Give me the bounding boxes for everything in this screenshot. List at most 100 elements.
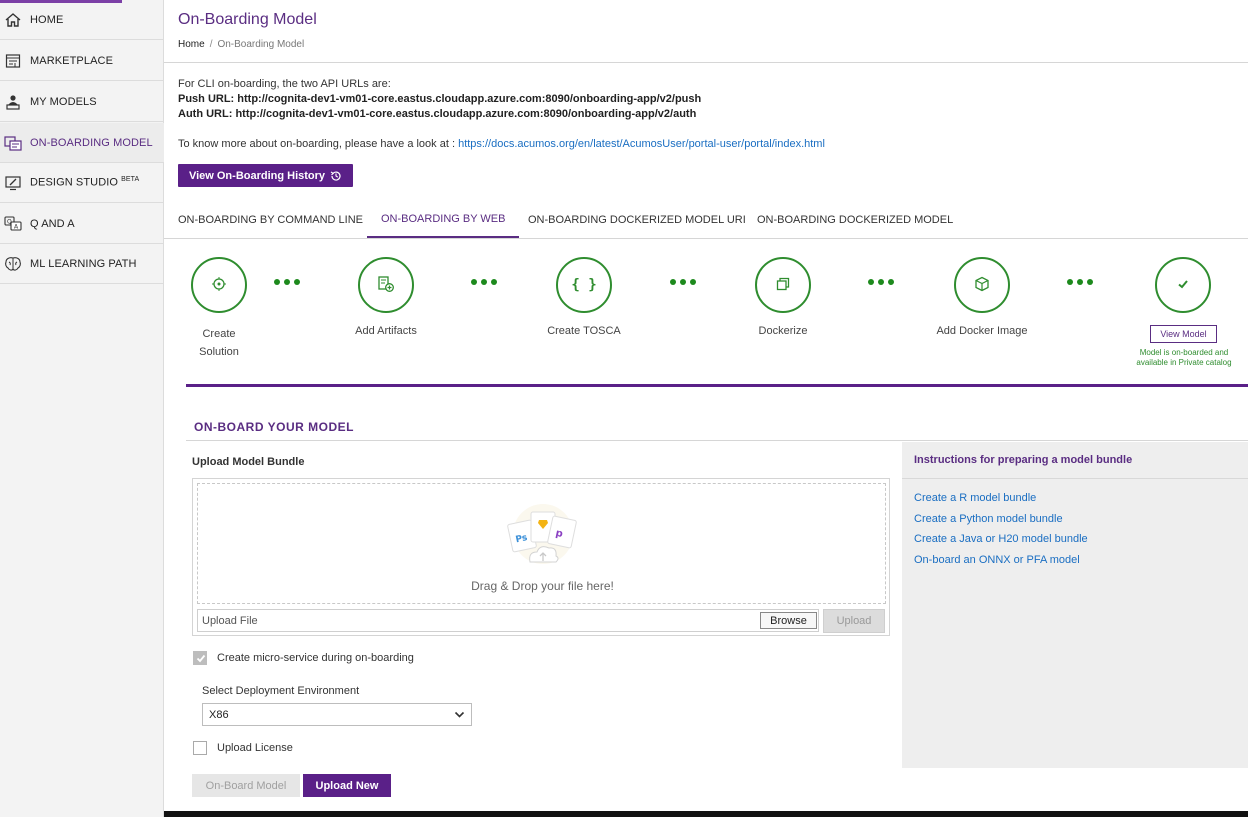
onboard-status-note: Model is on-boarded and available in Pri…	[1136, 348, 1232, 367]
sidebar-item-my-models[interactable]: MY MODELS	[0, 82, 164, 122]
section-title: ON-BOARD YOUR MODEL	[194, 420, 354, 434]
upload-panel: Ps p Drag & Drop your file here! Upload …	[192, 478, 890, 636]
user-models-icon	[4, 93, 22, 111]
tab-dockerized-model[interactable]: ON-BOARDING DOCKERIZED MODEL	[757, 202, 953, 238]
sidebar-item-label: ON-BOARDING MODEL	[30, 136, 153, 149]
store-icon	[4, 52, 22, 70]
breadcrumb-separator: /	[209, 39, 213, 50]
upload-license-label: Upload License	[217, 742, 293, 754]
view-onboarding-history-button[interactable]: View On-Boarding History	[178, 164, 353, 187]
sidebar-item-home[interactable]: HOME	[0, 0, 164, 40]
push-url-value: http://cognita-dev1-vm01-core.eastus.clo…	[237, 93, 702, 105]
view-model-button[interactable]: View Model	[1150, 325, 1217, 343]
check-icon	[1176, 277, 1190, 294]
sidebar-item-label: HOME	[30, 13, 64, 26]
progress-divider	[186, 384, 1248, 387]
step-connector	[1067, 279, 1093, 285]
upload-file-field[interactable]: Upload File Browse	[197, 609, 819, 632]
sidebar-item-label: MARKETPLACE	[30, 54, 114, 67]
step-label-create-solution: Create Solution	[199, 328, 239, 358]
docs-line: To know more about on-boarding, please h…	[178, 138, 825, 150]
main-content: On-Boarding Model Home / On-Boarding Model…	[164, 0, 1248, 817]
auth-url-value: http://cognita-dev1-vm01-core.eastus.clo…	[235, 108, 697, 120]
upload-button[interactable]: Upload	[823, 609, 885, 633]
sidebar-item-design-studio[interactable]: DESIGN STUDIO BETA	[0, 163, 164, 203]
step-add-docker-image	[954, 257, 1010, 313]
sidebar-item-label: Q AND A	[30, 217, 75, 230]
sidebar-item-ml-learning-path[interactable]: ML LEARNING PATH	[0, 244, 164, 284]
step-label-add-docker-image: Add Docker Image	[936, 325, 1028, 337]
push-url-line: Push URL: http://cognita-dev1-vm01-core.…	[178, 93, 701, 105]
microservice-label: Create micro-service during on-boarding	[217, 652, 414, 664]
beta-superscript: BETA	[121, 176, 140, 184]
qa-icon: QA	[4, 215, 22, 233]
upload-title: Upload Model Bundle	[192, 456, 305, 468]
deployment-env-select[interactable]: X86	[202, 703, 472, 726]
docs-intro-text: To know more about on-boarding, please h…	[178, 138, 456, 150]
step-connector	[868, 279, 894, 285]
sidebar-item-label: MY MODELS	[30, 95, 97, 108]
tabs-divider	[164, 238, 1248, 239]
instructions-divider	[902, 478, 1248, 479]
step-connector	[274, 279, 300, 285]
instructions-link-python[interactable]: Create a Python model bundle	[914, 513, 1063, 525]
deployment-env-label: Select Deployment Environment	[202, 685, 360, 697]
history-button-label: View On-Boarding History	[188, 169, 326, 182]
brain-icon	[4, 255, 22, 273]
chevron-down-icon	[454, 709, 465, 723]
instructions-link-java-h20[interactable]: Create a Java or H20 model bundle	[914, 533, 1088, 545]
sidebar-item-marketplace[interactable]: MARKETPLACE	[0, 41, 164, 81]
sidebar-item-label: ML LEARNING PATH	[30, 257, 137, 270]
microservice-checkbox[interactable]	[193, 651, 207, 665]
instructions-link-onnx-pfa[interactable]: On-board an ONNX or PFA model	[914, 554, 1080, 566]
step-dockerize	[755, 257, 811, 313]
onboarding-icon	[4, 134, 22, 152]
braces-icon: { }	[571, 277, 597, 293]
step-connector	[471, 279, 497, 285]
step-label-add-artifacts: Add Artifacts	[355, 325, 417, 337]
sidebar-item-q-and-a[interactable]: QA Q AND A	[0, 204, 164, 244]
upload-new-button[interactable]: Upload New	[303, 774, 391, 797]
step-add-artifacts	[358, 257, 414, 313]
step-label-dockerize: Dockerize	[758, 325, 808, 337]
target-icon	[211, 276, 227, 295]
checkmark-icon	[195, 652, 207, 667]
docs-link[interactable]: https://docs.acumos.org/en/latest/Acumos…	[458, 138, 825, 150]
step-create-solution	[191, 257, 247, 313]
cli-intro-text: For CLI on-boarding, the two API URLs ar…	[178, 78, 391, 90]
drop-zone[interactable]: Ps p Drag & Drop your file here!	[197, 483, 886, 604]
step-label-create-tosca: Create TOSCA	[547, 325, 621, 337]
instructions-link-r[interactable]: Create a R model bundle	[914, 492, 1036, 504]
cube-icon	[974, 276, 990, 295]
step-complete	[1155, 257, 1211, 313]
sidebar: HOME MARKETPLACE MY MODELS ON-BOARDING M…	[0, 0, 164, 817]
upload-license-checkbox[interactable]	[193, 741, 207, 755]
home-icon	[4, 11, 22, 29]
page-title: On-Boarding Model	[178, 11, 317, 28]
auth-url-label: Auth URL:	[178, 108, 233, 120]
design-studio-icon	[4, 174, 22, 192]
breadcrumb-home-link[interactable]: Home	[178, 39, 205, 50]
tab-onboarding-by-web[interactable]: ON-BOARDING BY WEB	[367, 202, 520, 238]
svg-text:Q: Q	[7, 218, 12, 225]
breadcrumb: Home / On-Boarding Model	[178, 39, 304, 50]
sidebar-item-label: DESIGN STUDIO BETA	[30, 176, 140, 189]
history-icon	[330, 170, 342, 182]
onboard-model-button[interactable]: On-Board Model	[192, 774, 300, 797]
tab-dockerized-model-uri[interactable]: ON-BOARDING DOCKERIZED MODEL URI	[528, 202, 746, 238]
drop-zone-text: Drag & Drop your file here!	[471, 579, 614, 593]
sidebar-item-onboarding-model[interactable]: ON-BOARDING MODEL	[0, 123, 164, 163]
tab-command-line[interactable]: ON-BOARDING BY COMMAND LINE	[178, 202, 363, 238]
header-divider	[164, 62, 1248, 63]
deployment-env-value: X86	[209, 709, 229, 721]
upload-file-placeholder: Upload File	[202, 615, 258, 627]
step-create-tosca: { }	[556, 257, 612, 313]
copy-icon	[775, 276, 791, 295]
step-connector	[670, 279, 696, 285]
section-divider	[186, 440, 1248, 441]
instructions-panel: Instructions for preparing a model bundl…	[902, 442, 1248, 768]
file-types-illustration-icon: Ps p	[500, 498, 586, 567]
browse-button[interactable]: Browse	[760, 612, 817, 629]
instructions-title: Instructions for preparing a model bundl…	[914, 454, 1133, 466]
push-url-label: Push URL:	[178, 93, 235, 105]
